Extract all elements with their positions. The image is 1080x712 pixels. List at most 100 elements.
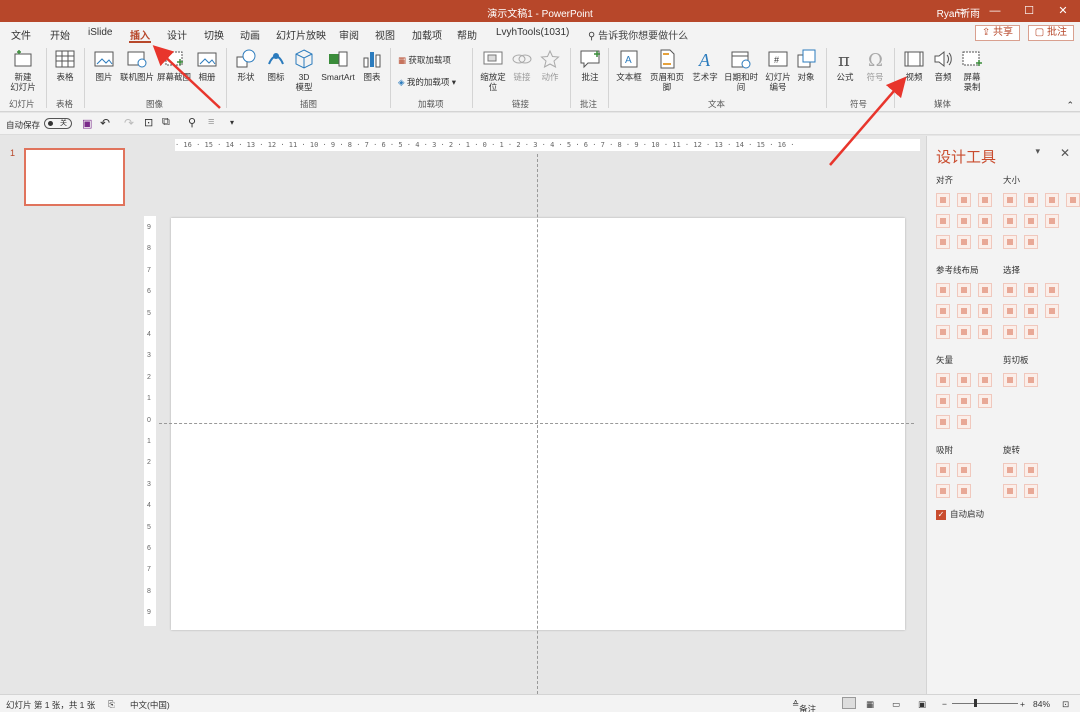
online-picture-button[interactable]: 联机图片 bbox=[120, 48, 154, 82]
design-tool-button[interactable] bbox=[957, 304, 971, 318]
design-tool-button[interactable] bbox=[978, 235, 992, 249]
ribbon-display-options-button[interactable]: ▭ bbox=[944, 0, 978, 22]
design-tool-button[interactable] bbox=[978, 394, 992, 408]
chart-button[interactable]: 图表 bbox=[360, 48, 384, 82]
design-tool-button[interactable] bbox=[1024, 484, 1038, 498]
zoom-in-button[interactable]: + bbox=[1020, 699, 1025, 709]
tab-addins[interactable]: 加载项 bbox=[412, 27, 442, 42]
horizontal-guide[interactable] bbox=[159, 423, 914, 424]
object-button[interactable]: 对象 bbox=[794, 48, 818, 82]
design-tool-button[interactable] bbox=[1003, 235, 1017, 249]
design-tool-button[interactable] bbox=[957, 283, 971, 297]
design-tool-button[interactable] bbox=[936, 373, 950, 387]
autosave-toggle[interactable]: 关 bbox=[44, 118, 72, 129]
new-slide-button[interactable]: 新建 幻灯片 bbox=[6, 48, 40, 92]
slide-number-button[interactable]: # 幻灯片 编号 bbox=[764, 48, 792, 92]
zoom-button[interactable]: 缩放定 位 bbox=[478, 48, 508, 92]
design-tool-button[interactable] bbox=[1045, 304, 1059, 318]
customize-qat-icon[interactable]: ▾ bbox=[230, 118, 234, 127]
3d-models-button[interactable]: 3D 模型 bbox=[292, 48, 316, 92]
design-tool-button[interactable] bbox=[957, 415, 971, 429]
design-tool-button[interactable] bbox=[957, 394, 971, 408]
zoom-slider-thumb[interactable] bbox=[974, 699, 977, 707]
comments-button[interactable]: ▢ 批注 bbox=[1027, 25, 1074, 41]
design-tool-button[interactable] bbox=[957, 325, 971, 339]
header-footer-button[interactable]: 页眉和页脚 bbox=[646, 48, 688, 92]
design-tool-button[interactable] bbox=[1024, 214, 1038, 228]
collapse-ribbon-icon[interactable]: ⌃ bbox=[1066, 100, 1074, 111]
smartart-button[interactable]: SmartArt bbox=[318, 48, 358, 82]
design-tool-button[interactable] bbox=[936, 463, 950, 477]
tab-insert[interactable]: 插入 bbox=[130, 27, 150, 42]
design-tool-button[interactable] bbox=[978, 283, 992, 297]
design-tool-button[interactable] bbox=[1024, 193, 1038, 207]
tell-me-search[interactable]: ⚲ 告诉我你想要做什么 bbox=[588, 27, 688, 42]
design-tool-button[interactable] bbox=[936, 235, 950, 249]
audio-button[interactable]: 音频 bbox=[930, 48, 956, 82]
wordart-button[interactable]: A 艺术字 bbox=[690, 48, 720, 82]
spellcheck-icon[interactable]: ⎘ bbox=[108, 699, 115, 710]
vertical-guide[interactable] bbox=[537, 154, 538, 694]
design-tool-button[interactable] bbox=[1024, 373, 1038, 387]
date-time-button[interactable]: 日期和时间 bbox=[720, 48, 762, 92]
design-tool-button[interactable] bbox=[957, 463, 971, 477]
zoom-level[interactable]: 84% bbox=[1033, 699, 1050, 709]
design-tool-button[interactable] bbox=[978, 373, 992, 387]
undo-icon[interactable]: ↶ bbox=[100, 116, 110, 130]
design-tool-button[interactable] bbox=[1024, 325, 1038, 339]
design-tool-button[interactable] bbox=[936, 484, 950, 498]
slideshow-button[interactable]: ▣ bbox=[918, 699, 926, 710]
redo-icon[interactable]: ↷ bbox=[124, 116, 134, 130]
design-tool-button[interactable] bbox=[936, 214, 950, 228]
action-button[interactable]: 动作 bbox=[538, 48, 562, 82]
design-tool-button[interactable] bbox=[978, 325, 992, 339]
present-icon[interactable]: ⊡ bbox=[144, 116, 153, 129]
notes-button[interactable]: ≙ 备注 bbox=[792, 699, 816, 712]
share-button[interactable]: ⇪ 共享 bbox=[974, 25, 1020, 41]
tab-home[interactable]: 开始 bbox=[50, 27, 70, 42]
tab-islide[interactable]: iSlide bbox=[88, 27, 112, 38]
design-tool-button[interactable] bbox=[1003, 373, 1017, 387]
shape-outline-icon[interactable]: ⧉ bbox=[162, 116, 170, 129]
save-icon[interactable]: ▣ bbox=[82, 117, 92, 130]
design-tool-button[interactable] bbox=[1003, 463, 1017, 477]
design-tool-button[interactable] bbox=[957, 214, 971, 228]
maximize-button[interactable]: ☐ bbox=[1012, 0, 1046, 22]
design-tool-button[interactable] bbox=[957, 484, 971, 498]
get-addins-button[interactable]: ▦ 获取加载项 bbox=[398, 54, 451, 66]
comment-button[interactable]: 批注 bbox=[578, 48, 602, 82]
tab-lvyhtools[interactable]: LvyhTools(1031) bbox=[496, 27, 569, 38]
tab-help[interactable]: 帮助 bbox=[457, 27, 477, 42]
design-tool-button[interactable] bbox=[1024, 283, 1038, 297]
shapes-button[interactable]: 形状 bbox=[232, 48, 260, 82]
textbox-button[interactable]: A 文本框 bbox=[614, 48, 644, 82]
autostart-checkbox[interactable]: ✓ 自动启动 bbox=[936, 508, 984, 520]
design-tool-button[interactable] bbox=[1045, 214, 1059, 228]
design-tool-button[interactable] bbox=[936, 283, 950, 297]
align-icon[interactable]: ≡ bbox=[208, 116, 214, 128]
screenshot-button[interactable]: 屏幕截图 bbox=[156, 48, 192, 82]
fit-to-window-icon[interactable]: ⊡ bbox=[1062, 699, 1069, 710]
design-tool-button[interactable] bbox=[1003, 193, 1017, 207]
reading-view-button[interactable]: ▭ bbox=[892, 699, 900, 710]
design-tool-button[interactable] bbox=[1045, 193, 1059, 207]
slide-canvas[interactable] bbox=[171, 218, 905, 630]
design-tool-button[interactable] bbox=[1024, 235, 1038, 249]
screen-recording-button[interactable]: 屏幕 录制 bbox=[958, 48, 986, 92]
design-tool-button[interactable] bbox=[936, 193, 950, 207]
design-tool-button[interactable] bbox=[1024, 304, 1038, 318]
design-tool-button[interactable] bbox=[1003, 484, 1017, 498]
equation-button[interactable]: π 公式 bbox=[832, 48, 858, 82]
link-button[interactable]: 链接 bbox=[510, 48, 534, 82]
design-tool-button[interactable] bbox=[978, 304, 992, 318]
design-tool-button[interactable] bbox=[957, 193, 971, 207]
design-tool-button[interactable] bbox=[978, 214, 992, 228]
pane-options-icon[interactable]: ▾ bbox=[1035, 146, 1040, 157]
tab-review[interactable]: 审阅 bbox=[339, 27, 359, 42]
slide-sorter-button[interactable]: ▦ bbox=[866, 699, 874, 710]
design-tool-button[interactable] bbox=[1003, 304, 1017, 318]
video-button[interactable]: 视频 bbox=[900, 48, 928, 82]
design-tool-button[interactable] bbox=[1003, 283, 1017, 297]
icons-button[interactable]: 图标 bbox=[262, 48, 290, 82]
picture-button[interactable]: 图片 bbox=[90, 48, 118, 82]
